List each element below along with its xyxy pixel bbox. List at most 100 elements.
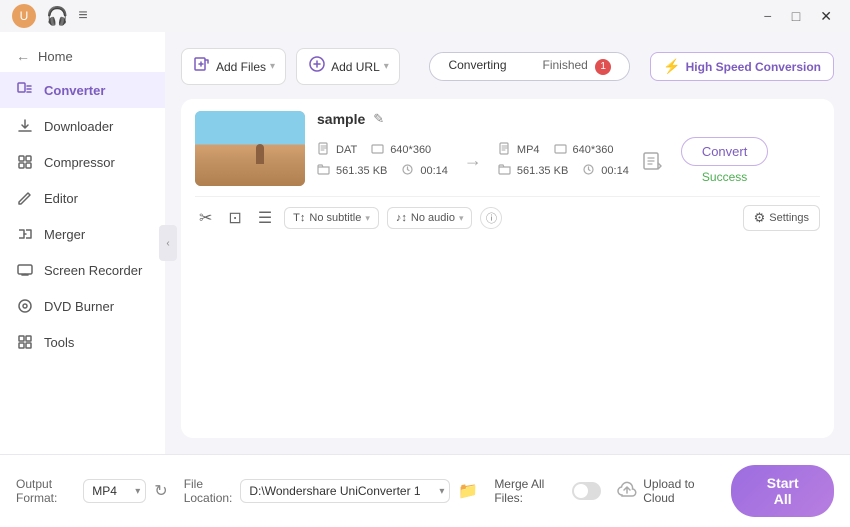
sidebar-item-compressor[interactable]: Compressor <box>0 144 165 180</box>
tab-group: Converting Finished 1 <box>429 52 630 81</box>
dvd-burner-icon <box>16 297 34 315</box>
converter-icon <box>16 81 34 99</box>
target-size-row: 561.35 KB 00:14 <box>498 163 629 179</box>
converter-label: Converter <box>44 83 105 98</box>
file-location-select[interactable]: D:\Wondershare UniConverter 1 <box>240 479 450 503</box>
file-actions: ✂ ⊡ ☰ T↕ No subtitle ▾ ♪↕ No audio ▾ ⓘ ⚙… <box>195 196 820 231</box>
target-format-block: MP4 640*360 <box>498 142 629 179</box>
source-clock-icon <box>401 163 414 179</box>
speed-conversion-button[interactable]: ⚡ High Speed Conversion <box>650 52 834 81</box>
info-button[interactable]: ⓘ <box>480 207 502 229</box>
output-format-refresh-button[interactable]: ↻ <box>154 481 167 501</box>
file-location-label: File Location: <box>184 477 233 505</box>
bottom-bar: Output Format: MP4 ▾ ↻ File Location: D:… <box>0 454 850 527</box>
target-clock-icon <box>582 163 595 179</box>
source-format-row: DAT 640*360 <box>317 142 448 158</box>
sidebar-item-downloader[interactable]: Downloader <box>0 108 165 144</box>
target-format-row: MP4 640*360 <box>498 142 629 158</box>
target-size: 561.35 KB <box>517 165 568 177</box>
merge-all-files-field: Merge All Files: <box>494 477 601 505</box>
sidebar-item-screen-recorder[interactable]: Screen Recorder <box>0 252 165 288</box>
source-format-block: DAT 640*360 <box>317 142 448 179</box>
downloader-label: Downloader <box>44 119 113 134</box>
toolbar: Add Files ▾ Add URL ▾ Converting <box>181 48 834 85</box>
source-duration: 00:14 <box>420 165 448 177</box>
tab-finished[interactable]: Finished 1 <box>525 53 630 80</box>
screen-recorder-icon <box>16 261 34 279</box>
editor-icon <box>16 189 34 207</box>
sidebar-item-dvd-burner[interactable]: DVD Burner <box>0 288 165 324</box>
home-label: Home <box>38 49 73 64</box>
source-size-row: 561.35 KB 00:14 <box>317 163 448 179</box>
crop-button[interactable]: ⊡ <box>224 206 245 230</box>
sidebar-item-editor[interactable]: Editor <box>0 180 165 216</box>
finished-badge: 1 <box>595 59 611 75</box>
settings-button[interactable]: ⚙ Settings <box>743 205 820 231</box>
edit-icon[interactable]: ✎ <box>373 111 384 127</box>
sidebar-item-merger[interactable]: Merger <box>0 216 165 252</box>
target-resolution: 640*360 <box>573 144 614 156</box>
source-size: 561.35 KB <box>336 165 387 177</box>
sidebar-item-converter[interactable]: Converter <box>0 72 165 108</box>
convert-actions: Convert Success <box>681 137 769 184</box>
source-file-icon <box>317 142 330 158</box>
downloader-icon <box>16 117 34 135</box>
menu-icon[interactable]: ≡ <box>78 7 87 25</box>
convert-button[interactable]: Convert <box>681 137 769 166</box>
start-all-button[interactable]: Start All <box>731 465 834 517</box>
main-content: Add Files ▾ Add URL ▾ Converting <box>165 32 850 454</box>
file-card: sample ✎ <box>181 99 834 438</box>
file-name-row: sample ✎ <box>317 111 820 127</box>
minimize-button[interactable]: − <box>758 6 778 26</box>
add-files-button[interactable]: Add Files ▾ <box>181 48 286 85</box>
effect-button[interactable]: ☰ <box>254 206 276 230</box>
home-nav[interactable]: ← Home <box>0 40 165 72</box>
output-format-label: Output Format: <box>16 477 75 505</box>
headset-icon[interactable]: 🎧 <box>46 6 68 27</box>
add-url-icon <box>307 54 327 79</box>
sidebar-collapse-button[interactable]: ‹ <box>159 225 177 261</box>
add-files-chevron: ▾ <box>270 61 275 72</box>
audio-label: No audio <box>411 212 455 224</box>
editor-label: Editor <box>44 191 78 206</box>
settings-label: Settings <box>769 212 809 224</box>
file-row: sample ✎ <box>195 111 820 186</box>
merge-label: Merge All Files: <box>494 477 565 505</box>
file-location-field: File Location: D:\Wondershare UniConvert… <box>184 477 479 505</box>
merge-toggle-switch[interactable] <box>572 482 602 500</box>
subtitle-label: No subtitle <box>309 212 361 224</box>
target-resolution-icon <box>554 142 567 158</box>
compressor-icon <box>16 153 34 171</box>
target-folder-icon <box>498 163 511 179</box>
back-arrow-icon: ← <box>16 48 30 64</box>
target-duration: 00:14 <box>601 165 629 177</box>
source-resolution-icon <box>371 142 384 158</box>
file-name: sample <box>317 111 365 127</box>
converting-label: Converting <box>448 58 506 72</box>
add-url-chevron: ▾ <box>384 61 389 72</box>
subtitle-select[interactable]: T↕ No subtitle ▾ <box>284 207 379 229</box>
browse-folder-button[interactable]: 📁 <box>458 481 478 501</box>
subtitle-icon: T↕ <box>293 212 305 224</box>
subtitle-chevron: ▾ <box>365 213 370 224</box>
upload-cloud-button[interactable]: Upload to Cloud <box>617 477 715 505</box>
sidebar-item-tools[interactable]: Tools <box>0 324 165 360</box>
cut-button[interactable]: ✂ <box>195 206 216 230</box>
target-format: MP4 <box>517 144 540 156</box>
compressor-label: Compressor <box>44 155 115 170</box>
output-format-select[interactable]: MP4 <box>83 479 146 503</box>
dvd-burner-label: DVD Burner <box>44 299 114 314</box>
conversion-arrow-icon: → <box>464 150 482 171</box>
audio-select[interactable]: ♪↕ No audio ▾ <box>387 207 473 229</box>
add-file-icon <box>192 54 212 79</box>
tools-label: Tools <box>44 335 74 350</box>
tab-converting[interactable]: Converting <box>430 53 524 80</box>
file-location-wrapper: D:\Wondershare UniConverter 1 ▾ <box>240 479 450 503</box>
output-format-wrapper: MP4 ▾ <box>83 479 146 503</box>
close-button[interactable]: ✕ <box>814 6 838 27</box>
avatar: U <box>12 4 36 28</box>
add-url-button[interactable]: Add URL ▾ <box>296 48 400 85</box>
source-resolution: 640*360 <box>390 144 431 156</box>
maximize-button[interactable]: □ <box>786 6 806 26</box>
finished-label: Finished <box>543 58 588 72</box>
